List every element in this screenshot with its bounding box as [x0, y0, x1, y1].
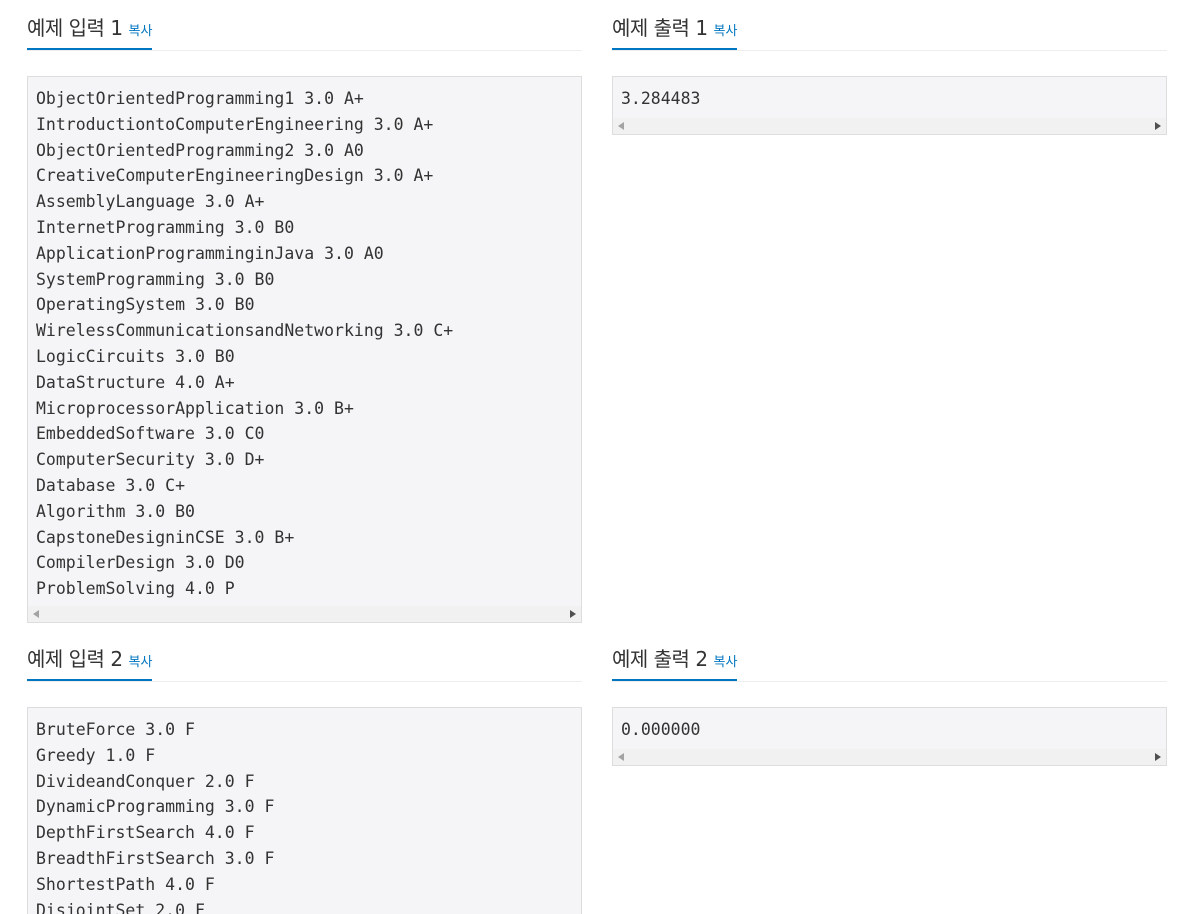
sample-line: DisjointSet 2.0 F	[36, 900, 205, 914]
sample-line: ComputerSecurity 3.0 D+	[36, 450, 265, 470]
scroll-right-icon[interactable]	[1155, 122, 1161, 130]
copy-button[interactable]: 복사	[129, 655, 153, 670]
sample-line: InternetProgramming 3.0 B0	[36, 217, 295, 237]
sample-line: IntroductiontoComputerEngineering 3.0 A+	[36, 114, 434, 134]
sample-line: DivideandConquer 2.0 F	[36, 771, 255, 791]
sample-line: LogicCircuits 3.0 B0	[36, 346, 235, 366]
sample-line: DataStructure 4.0 A+	[36, 372, 235, 392]
horizontal-scrollbar[interactable]	[613, 749, 1166, 765]
scroll-right-icon[interactable]	[1155, 753, 1161, 761]
sample-input-2-title: 예제 입력 2	[27, 647, 123, 671]
sample-line: OperatingSystem 3.0 B0	[36, 295, 255, 315]
sample-line: DepthFirstSearch 4.0 F	[36, 823, 255, 843]
sample-input-1-title: 예제 입력 1	[27, 16, 123, 40]
sample-input-2-box[interactable]: BruteForce 3.0 F Greedy 1.0 F DivideandCon…	[27, 707, 582, 914]
sample-input-1-section: 예제 입력 1 복사 ObjectOrientedProgramming1 3.0…	[27, 0, 582, 623]
sample-input-1-box[interactable]: ObjectOrientedProgramming1 3.0 A+ Introdu…	[27, 76, 582, 623]
sample-line: Database 3.0 C+	[36, 475, 186, 495]
horizontal-scrollbar[interactable]	[613, 118, 1166, 134]
sample-output-1-text: 3.284483	[613, 77, 1166, 112]
sample-output-1-section: 예제 출력 1 복사 3.284483	[612, 0, 1167, 135]
sample-line: BruteForce 3.0 F	[36, 720, 195, 739]
sample-line: ShortestPath 4.0 F	[36, 874, 215, 894]
sample-input-1-title-wrap: 예제 입력 1 복사	[27, 12, 153, 50]
scroll-left-icon[interactable]	[618, 122, 624, 130]
sample-line: AssemblyLanguage 3.0 A+	[36, 192, 265, 212]
sample-output-2-header: 예제 출력 2 복사	[612, 631, 1167, 682]
scroll-left-icon[interactable]	[33, 610, 39, 618]
sample-input-2-title-wrap: 예제 입력 2 복사	[27, 643, 153, 681]
sample-input-2-header: 예제 입력 2 복사	[27, 631, 582, 682]
scroll-right-icon[interactable]	[570, 610, 576, 618]
copy-button[interactable]: 복사	[714, 655, 738, 670]
sample-line: CapstoneDesigninCSE 3.0 B+	[36, 527, 295, 547]
sample-input-2-text: BruteForce 3.0 F Greedy 1.0 F DivideandCon…	[28, 708, 581, 914]
sample-output-1-header: 예제 출력 1 복사	[612, 0, 1167, 51]
sample-line: 3.284483	[621, 89, 701, 108]
sample-line: ApplicationProgramminginJava 3.0 A0	[36, 243, 384, 263]
sample-line: ObjectOrientedProgramming2 3.0 A0	[36, 140, 364, 160]
sample-output-1-box[interactable]: 3.284483	[612, 76, 1167, 135]
sample-output-2-title: 예제 출력 2	[612, 647, 708, 671]
sample-line: Greedy 1.0 F	[36, 745, 156, 765]
sample-line: EmbeddedSoftware 3.0 C0	[36, 424, 265, 444]
horizontal-scrollbar[interactable]	[28, 606, 581, 622]
sample-input-1-text: ObjectOrientedProgramming1 3.0 A+ Introdu…	[28, 77, 581, 602]
sample-input-1-header: 예제 입력 1 복사	[27, 0, 582, 51]
sample-line: ProblemSolving 4.0 P	[36, 579, 235, 599]
sample-line: MicroprocessorApplication 3.0 B+	[36, 398, 354, 418]
sample-line: WirelessCommunicationsandNetworking 3.0 …	[36, 321, 454, 341]
sample-line: CompilerDesign 3.0 D0	[36, 553, 245, 573]
sample-output-2-text: 0.000000	[613, 708, 1166, 743]
sample-output-2-box[interactable]: 0.000000	[612, 707, 1167, 766]
sample-line: CreativeComputerEngineeringDesign 3.0 A+	[36, 166, 434, 186]
copy-button[interactable]: 복사	[129, 24, 153, 39]
copy-button[interactable]: 복사	[714, 24, 738, 39]
sample-line: SystemProgramming 3.0 B0	[36, 269, 275, 289]
sample-output-2-title-wrap: 예제 출력 2 복사	[612, 643, 738, 681]
sample-input-2-section: 예제 입력 2 복사 BruteForce 3.0 F Greedy 1.0 F Di…	[27, 631, 582, 914]
sample-line: 0.000000	[621, 720, 701, 739]
sample-output-1-title: 예제 출력 1	[612, 16, 708, 40]
problem-samples: 예제 입력 1 복사 ObjectOrientedProgramming1 3.0…	[0, 0, 1195, 914]
sample-line: ObjectOrientedProgramming1 3.0 A+	[36, 89, 364, 108]
scroll-left-icon[interactable]	[618, 753, 624, 761]
sample-line: Algorithm 3.0 B0	[36, 501, 195, 521]
sample-output-2-section: 예제 출력 2 복사 0.000000	[612, 631, 1167, 766]
sample-line: BreadthFirstSearch 3.0 F	[36, 848, 275, 868]
sample-output-1-title-wrap: 예제 출력 1 복사	[612, 12, 738, 50]
sample-line: DynamicProgramming 3.0 F	[36, 797, 275, 817]
